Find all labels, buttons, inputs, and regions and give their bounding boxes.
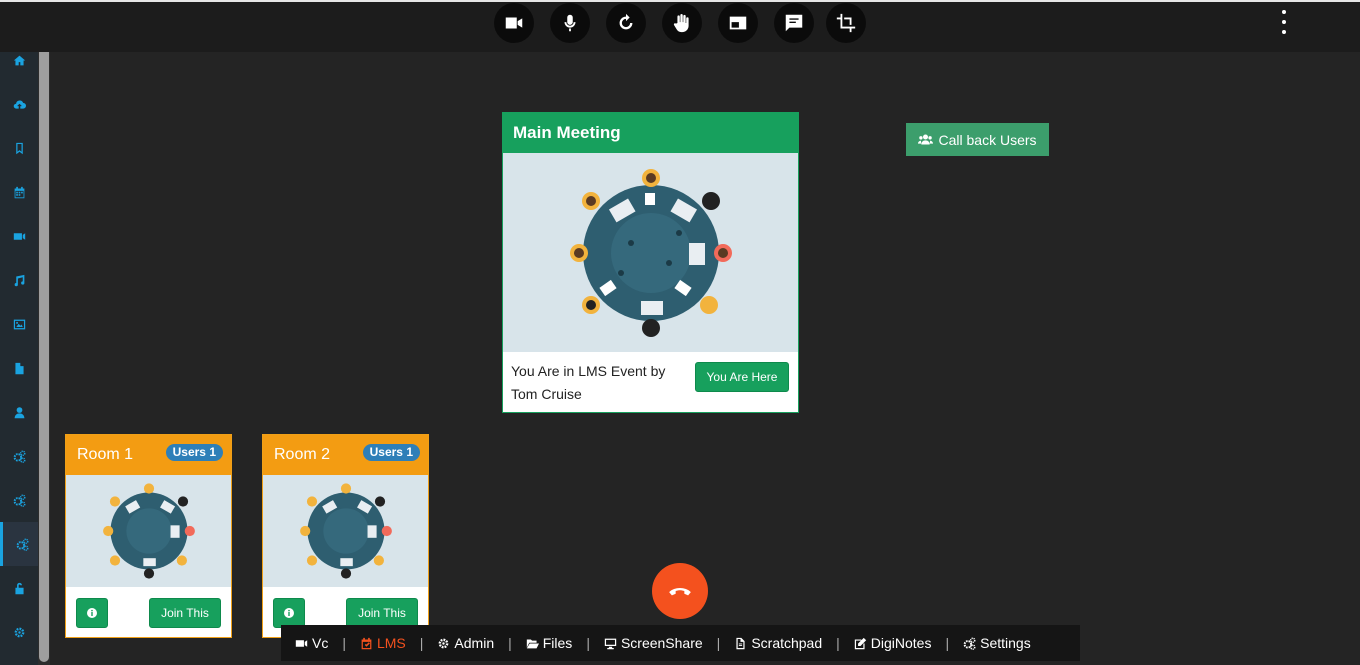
call-back-users-label: Call back Users (938, 131, 1037, 148)
edit-icon (854, 637, 866, 649)
room-card-1: Room 1 Users 1 Join This (65, 434, 232, 638)
microphone-icon[interactable] (550, 3, 590, 43)
cogs-icon (963, 636, 976, 650)
kebab-menu-icon[interactable] (1274, 10, 1294, 34)
room-table-illustration (263, 475, 428, 587)
desktop-icon (604, 638, 617, 649)
users-count-badge: Users 1 (165, 444, 223, 461)
image-icon[interactable] (0, 302, 38, 346)
bookmark-icon[interactable] (0, 126, 38, 170)
you-are-here-button[interactable]: You Are Here (695, 362, 789, 392)
join-room-button[interactable]: Join This (346, 598, 418, 628)
info-icon (87, 608, 97, 618)
nav-files[interactable]: Files (512, 635, 587, 651)
cloud-upload-icon[interactable] (0, 82, 38, 126)
meeting-status-text: You Are in LMS Event by Tom Cruise (511, 363, 666, 402)
room-title: Room 2 (274, 446, 331, 463)
cogs-icon[interactable] (0, 434, 38, 478)
nav-vc[interactable]: Vc (281, 635, 342, 651)
main-meeting-card: Main Meeting You Are in LMS Event by Tom… (502, 112, 799, 413)
main-meeting-title: Main Meeting (503, 113, 798, 153)
join-room-button[interactable]: Join This (149, 598, 221, 628)
hang-up-button[interactable] (652, 563, 708, 619)
call-back-users-button[interactable]: Call back Users (906, 123, 1049, 156)
info-icon (284, 608, 294, 618)
cogs-icon[interactable] (0, 478, 38, 522)
nav-screenshare[interactable]: ScreenShare (590, 635, 717, 651)
sidebar-scrollbar-thumb[interactable] (39, 16, 49, 662)
gear-icon (439, 638, 449, 648)
video-icon[interactable] (0, 214, 38, 258)
sidebar (0, 0, 41, 665)
room-card-2: Room 2 Users 1 Join This (262, 434, 429, 638)
bottom-nav: Vc | LMS | Admin | Files | ScreenShare |… (281, 625, 1080, 661)
video-camera-icon[interactable] (494, 3, 534, 43)
refresh-icon[interactable] (606, 3, 646, 43)
user-icon[interactable] (0, 390, 38, 434)
cogs-icon[interactable] (0, 522, 41, 566)
music-icon[interactable] (0, 258, 38, 302)
raise-hand-icon[interactable] (662, 3, 702, 43)
nav-diginotes[interactable]: DigiNotes (840, 635, 946, 651)
users-count-badge: Users 1 (362, 444, 420, 461)
nav-admin[interactable]: Admin (423, 635, 508, 651)
nav-scratchpad[interactable]: Scratchpad (720, 635, 836, 651)
gear-icon[interactable] (0, 610, 38, 654)
room-info-button[interactable] (273, 598, 305, 628)
meeting-table-illustration (503, 153, 798, 352)
document-icon (736, 637, 745, 649)
phone-hangup-icon (669, 588, 691, 596)
nav-lms[interactable]: LMS (346, 635, 420, 651)
nav-settings[interactable]: Settings (949, 635, 1045, 651)
video-camera-icon (295, 639, 308, 647)
room-info-button[interactable] (76, 598, 108, 628)
calendar-icon[interactable] (0, 170, 38, 214)
file-icon[interactable] (0, 346, 38, 390)
room-table-illustration (66, 475, 231, 587)
calendar-check-icon (361, 637, 372, 649)
screen-layout-icon[interactable] (718, 3, 758, 43)
room-title: Room 1 (77, 446, 134, 463)
crop-icon[interactable] (826, 3, 866, 43)
unlock-icon[interactable] (0, 566, 38, 610)
chat-icon[interactable] (774, 3, 814, 43)
users-icon (918, 134, 934, 145)
folder-open-icon (526, 638, 539, 648)
